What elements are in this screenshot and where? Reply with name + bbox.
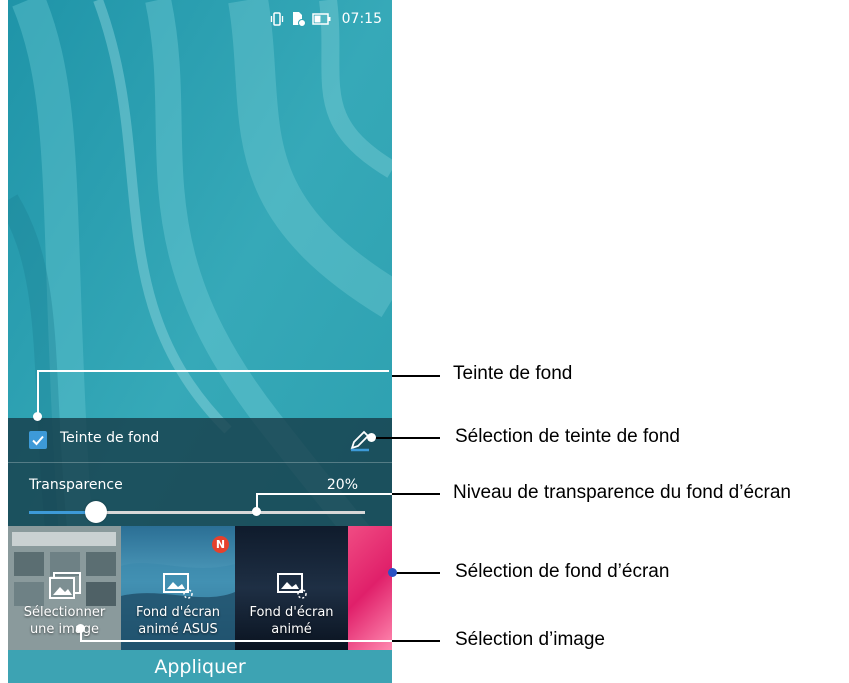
callout-tint-horizontal [37,370,389,372]
tint-row[interactable]: Teinte de fond [8,418,392,462]
callout-tint-dot [33,412,42,421]
callout-image-line [392,640,440,642]
live-wallpaper-label: Fond d'écran animé [249,605,334,637]
callout-tint-vertical-white [37,370,39,416]
tint-label: Teinte de fond [60,430,160,446]
battery-icon [311,13,331,25]
live-wallpaper-tile[interactable]: Fond d'écran animé [235,526,348,650]
callout-transparency-dot [252,507,261,516]
callout-tint-color-text: Sélection de teinte de fond [455,426,681,447]
apply-button[interactable]: Appliquer [8,650,392,683]
apply-label: Appliquer [154,655,246,678]
callout-wallpaper-dot [388,568,397,577]
transparency-slider[interactable] [29,501,365,523]
vibrate-icon [270,12,283,26]
status-bar: 07:15 [8,0,392,38]
transparency-label: Transparence [29,477,123,493]
transparency-value: 20% [326,477,358,493]
wallpaper-strip: Sélectionner une image N Fond d'écran an… [8,526,392,650]
slider-thumb[interactable] [85,501,107,523]
callout-image-horizontal [80,640,392,642]
tint-checkbox[interactable] [29,431,47,449]
new-badge: N [212,536,229,553]
check-icon [32,435,44,446]
pink-wallpaper-tile[interactable] [348,526,392,650]
callout-tint-color-dot [367,433,376,442]
phone-screen: 07:15 Teinte de fond Transparence 20% Sé… [8,0,392,683]
callout-transparency-text: Niveau de transparence du fond d’écran [453,482,792,503]
live-wallpaper-icon [163,573,193,599]
callout-image-text: Sélection d’image [455,629,605,650]
sim-icon [292,12,306,27]
callout-wallpaper-line [395,572,440,574]
callout-wallpaper-text: Sélection de fond d’écran [455,561,670,582]
callout-tint-text: Teinte de fond [453,363,573,384]
callout-image-dot [76,624,85,633]
callout-tint-line [392,375,440,377]
select-image-tile[interactable]: Sélectionner une image [8,526,121,650]
live-wallpaper-icon [276,573,307,599]
gallery-icon [48,572,81,599]
asus-live-wallpaper-label: Fond d'écran animé ASUS [135,605,221,637]
asus-live-wallpaper-tile[interactable]: N Fond d'écran animé ASUS [121,526,235,650]
status-time: 07:15 [341,11,382,27]
callout-tint-color-line [372,437,440,439]
select-image-label: Sélectionner une image [23,605,106,637]
callout-transparency-line [392,493,440,495]
wallpaper-settings-panel: Teinte de fond Transparence 20% Sélectio… [8,418,392,683]
